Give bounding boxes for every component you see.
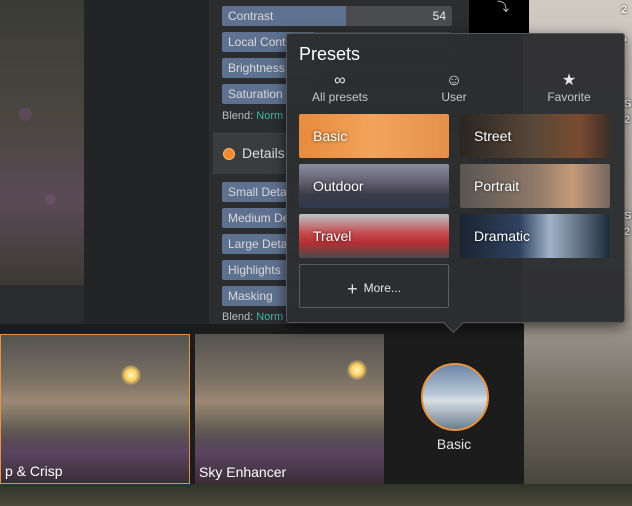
- tile-label: Travel: [313, 228, 352, 244]
- popover-title: Presets: [299, 44, 361, 64]
- tile-label: Portrait: [474, 178, 520, 194]
- slider-label: Saturation: [228, 87, 283, 101]
- preset-tile-outdoor[interactable]: Outdoor: [299, 164, 449, 208]
- tile-label: Basic: [313, 128, 348, 144]
- bottom-background: [0, 484, 632, 506]
- thumb-sun: [347, 360, 367, 380]
- slider-label: Contrast: [228, 9, 274, 23]
- slider-label: Local Contr: [228, 35, 290, 49]
- infinity-icon: ∞: [334, 72, 346, 89]
- current-preset-button[interactable]: [421, 363, 489, 431]
- tab-label: Favorite: [547, 90, 591, 104]
- details-title: Details: [242, 145, 285, 161]
- tab-all-presets[interactable]: ∞ All presets: [300, 72, 380, 104]
- preset-tile-portrait[interactable]: Portrait: [460, 164, 610, 208]
- blend-row: Blend: Norm: [222, 110, 283, 122]
- star-icon: ★: [561, 72, 577, 89]
- current-preset-label: Basic: [436, 436, 472, 452]
- plus-icon: +: [347, 279, 358, 299]
- tile-label: Outdoor: [313, 178, 364, 194]
- thumb-label: Sky Enhancer: [199, 464, 287, 480]
- presets-popover: Presets ∞ All presets ☺ User ★ Favorite …: [286, 33, 625, 334]
- more-presets-button[interactable]: + More...: [299, 264, 449, 308]
- panel-strip: ⤵: [469, 0, 529, 36]
- thumb-sun: [121, 365, 141, 385]
- slider-label: Small Detai: [228, 185, 290, 199]
- filmstrip-thumb-selected[interactable]: p & Crisp: [0, 334, 190, 484]
- slider-label: Brightness: [228, 61, 285, 75]
- scroll-icon[interactable]: ⤵: [497, 0, 509, 15]
- preset-tile-basic[interactable]: Basic: [299, 114, 449, 158]
- tile-label: Dramatic: [474, 228, 531, 244]
- slider-value: 54: [432, 9, 446, 23]
- filmstrip-thumb[interactable]: Sky Enhancer: [195, 334, 384, 484]
- edge-label: S: [624, 210, 632, 222]
- user-icon: ☺: [445, 72, 463, 89]
- background-photo: [0, 0, 84, 285]
- tile-label: Street: [474, 128, 512, 144]
- slider-label: Medium De: [228, 211, 290, 225]
- preset-tile-street[interactable]: Street: [460, 114, 610, 158]
- contrast-slider[interactable]: Contrast 54: [222, 6, 452, 26]
- blend-row-details: Blend: Norm: [222, 311, 283, 323]
- slider-label: Highlights: [228, 263, 281, 277]
- blend-label: Blend:: [222, 311, 254, 323]
- blend-mode-select[interactable]: Norm: [256, 110, 283, 122]
- tab-favorite[interactable]: ★ Favorite: [529, 72, 609, 104]
- blend-label: Blend:: [222, 110, 254, 122]
- details-toggle-dot[interactable]: [223, 148, 235, 160]
- preview-area: [84, 0, 209, 325]
- thumb-label: p & Crisp: [5, 463, 63, 479]
- edge-label: S: [624, 98, 632, 110]
- preset-tile-dramatic[interactable]: Dramatic: [460, 214, 610, 258]
- more-button-text: + More...: [300, 279, 448, 300]
- edge-label: 2: [621, 4, 628, 16]
- tab-label: User: [441, 90, 467, 104]
- preset-tile-travel[interactable]: Travel: [299, 214, 449, 258]
- tab-label: All presets: [311, 90, 369, 104]
- slider-label: Large Deta: [228, 237, 288, 251]
- slider-label: Masking: [228, 289, 273, 303]
- tab-user[interactable]: ☺ User: [414, 72, 494, 104]
- blend-mode-select[interactable]: Norm: [256, 311, 283, 323]
- more-label: More...: [363, 281, 401, 295]
